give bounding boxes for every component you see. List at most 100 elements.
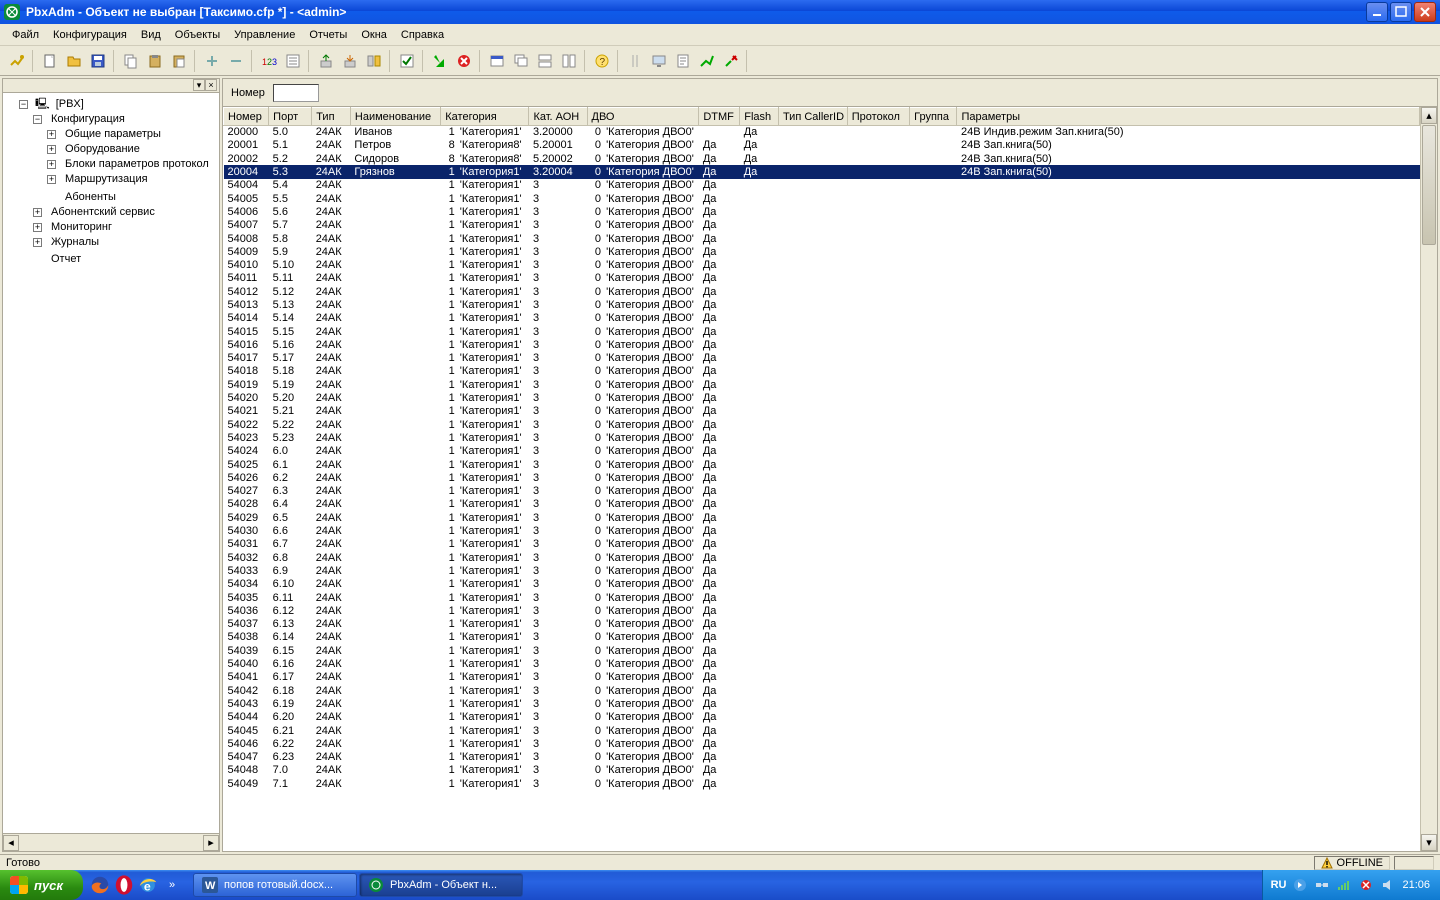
table-row[interactable]: 540175.1724АК1 'Категория1'30 'Категория… xyxy=(224,352,1420,365)
table-row[interactable]: 540436.1924АК1 'Категория1'30 'Категория… xyxy=(224,697,1420,710)
table-row[interactable]: 540085.824АК1 'Категория1'30 'Категория … xyxy=(224,232,1420,245)
menu-конфигурация[interactable]: Конфигурация xyxy=(47,27,133,43)
column-header[interactable]: Тип CallerID xyxy=(778,108,847,126)
add-button[interactable] xyxy=(201,50,223,72)
upload-button[interactable] xyxy=(315,50,337,72)
opera-icon[interactable] xyxy=(113,874,135,896)
table-row[interactable]: 200015.124АКПетров8 'Категория8'5.200010… xyxy=(224,139,1420,152)
tree-root[interactable]: [PBX] xyxy=(54,97,86,112)
table-row[interactable]: 540346.1024АК1 'Категория1'30 'Категория… xyxy=(224,578,1420,591)
table-row[interactable]: 200025.224АКСидоров8 'Категория8'5.20002… xyxy=(224,152,1420,165)
maximize-button[interactable] xyxy=(1390,2,1412,22)
menu-объекты[interactable]: Объекты xyxy=(169,27,226,43)
menu-файл[interactable]: Файл xyxy=(6,27,45,43)
table-row[interactable]: 540205.2024АК1 'Категория1'30 'Категория… xyxy=(224,391,1420,404)
tree-item[interactable]: Конфигурация xyxy=(49,112,127,127)
tree-item[interactable]: Журналы xyxy=(49,235,101,250)
tree-item[interactable]: Блоки параметров протокол xyxy=(63,157,211,172)
table-row[interactable]: 540396.1524АК1 'Категория1'30 'Категория… xyxy=(224,644,1420,657)
table-row[interactable]: 540446.2024АК1 'Категория1'30 'Категория… xyxy=(224,711,1420,724)
window-button[interactable] xyxy=(486,50,508,72)
table-row[interactable]: 200005.024АКИванов1 'Категория1'3.200000… xyxy=(224,126,1420,139)
column-header[interactable]: Группа xyxy=(910,108,957,126)
save-button[interactable] xyxy=(87,50,109,72)
column-header[interactable]: Flash xyxy=(740,108,779,126)
table-row[interactable]: 540055.524АК1 'Категория1'30 'Категория … xyxy=(224,192,1420,205)
disconnect-button[interactable] xyxy=(720,50,742,72)
stop-button[interactable] xyxy=(453,50,475,72)
log-button[interactable] xyxy=(672,50,694,72)
table-row[interactable]: 540045.424АК1 'Категория1'30 'Категория … xyxy=(224,179,1420,192)
table-row[interactable]: 540376.1324АК1 'Категория1'30 'Категория… xyxy=(224,617,1420,630)
language-indicator[interactable]: RU xyxy=(1271,879,1287,891)
download-button[interactable] xyxy=(339,50,361,72)
table-row[interactable]: 540497.124АК1 'Категория1'30 'Категория … xyxy=(224,777,1420,790)
scroll-down-icon[interactable]: ▾ xyxy=(1421,834,1437,851)
tree-item[interactable]: Общие параметры xyxy=(63,127,163,142)
monitor-button[interactable] xyxy=(648,50,670,72)
tree-item[interactable]: Отчет xyxy=(49,252,83,267)
table-row[interactable]: 540095.924АК1 'Категория1'30 'Категория … xyxy=(224,245,1420,258)
table-row[interactable]: 540276.324АК1 'Категория1'30 'Категория … xyxy=(224,485,1420,498)
cascade-button[interactable] xyxy=(510,50,532,72)
table-row[interactable]: 540256.124АК1 'Категория1'30 'Категория … xyxy=(224,458,1420,471)
table-row[interactable]: 540426.1824АК1 'Категория1'30 'Категория… xyxy=(224,684,1420,697)
vertical-scrollbar[interactable]: ▴ ▾ xyxy=(1420,107,1437,851)
table-row[interactable]: 540456.2124АК1 'Категория1'30 'Категория… xyxy=(224,724,1420,737)
table-row[interactable]: 540286.424АК1 'Категория1'30 'Категория … xyxy=(224,498,1420,511)
network-button[interactable] xyxy=(696,50,718,72)
table-row[interactable]: 540195.1924АК1 'Категория1'30 'Категория… xyxy=(224,378,1420,391)
paste-button[interactable] xyxy=(144,50,166,72)
menu-вид[interactable]: Вид xyxy=(135,27,167,43)
column-header[interactable]: Кат. АОН xyxy=(529,108,587,126)
menu-справка[interactable]: Справка xyxy=(395,27,450,43)
run-button[interactable] xyxy=(429,50,451,72)
table-row[interactable]: 540115.1124АК1 'Категория1'30 'Категория… xyxy=(224,272,1420,285)
tile-h-button[interactable] xyxy=(534,50,556,72)
column-header[interactable]: Номер xyxy=(224,108,269,126)
number-input[interactable] xyxy=(273,84,319,102)
table-row[interactable]: 540185.1824АК1 'Категория1'30 'Категория… xyxy=(224,365,1420,378)
tree-item[interactable]: Абоненты xyxy=(63,190,118,205)
tree-item[interactable]: Мониторинг xyxy=(49,220,114,235)
column-header[interactable]: DTMF xyxy=(699,108,740,126)
tree-item[interactable]: Абонентский сервис xyxy=(49,205,157,220)
table-row[interactable]: 540165.1624АК1 'Категория1'30 'Категория… xyxy=(224,338,1420,351)
table-row[interactable]: 540215.2124АК1 'Категория1'30 'Категория… xyxy=(224,405,1420,418)
column-header[interactable]: Порт xyxy=(269,108,312,126)
menu-отчеты[interactable]: Отчеты xyxy=(303,27,353,43)
sidebar-close-icon[interactable]: × xyxy=(205,79,217,91)
table-row[interactable]: 200045.324АКГрязнов1 'Категория1'3.20004… xyxy=(224,165,1420,178)
tray-stop-icon[interactable] xyxy=(1358,877,1374,893)
column-header[interactable]: Тип xyxy=(312,108,351,126)
table-row[interactable]: 540155.1524АК1 'Категория1'30 'Категория… xyxy=(224,325,1420,338)
table-row[interactable]: 540386.1424АК1 'Категория1'30 'Категория… xyxy=(224,631,1420,644)
tree[interactable]: −🖳[PBX]−Конфигурация+Общие параметры+Обо… xyxy=(3,93,219,833)
column-header[interactable]: Параметры xyxy=(957,108,1420,126)
column-header[interactable]: Протокол xyxy=(847,108,909,126)
table-row[interactable]: 540125.1224АК1 'Категория1'30 'Категория… xyxy=(224,285,1420,298)
table-row[interactable]: 540296.524АК1 'Категория1'30 'Категория … xyxy=(224,511,1420,524)
new-button[interactable] xyxy=(39,50,61,72)
firefox-icon[interactable] xyxy=(89,874,111,896)
help-button[interactable]: ? xyxy=(591,50,613,72)
tray-signal-icon[interactable] xyxy=(1336,877,1352,893)
column-header[interactable]: Наименование xyxy=(350,108,440,126)
tree-item[interactable]: Оборудование xyxy=(63,142,142,157)
table-row[interactable]: 540246.024АК1 'Категория1'30 'Категория … xyxy=(224,445,1420,458)
tray-network-icon[interactable] xyxy=(1314,877,1330,893)
table-row[interactable]: 540487.024АК1 'Категория1'30 'Категория … xyxy=(224,764,1420,777)
scroll-left-icon[interactable]: ◂ xyxy=(3,835,19,851)
table-row[interactable]: 540416.1724АК1 'Категория1'30 'Категория… xyxy=(224,671,1420,684)
connect-button[interactable] xyxy=(6,50,28,72)
table-row[interactable]: 540306.624АК1 'Категория1'30 'Категория … xyxy=(224,524,1420,537)
table-row[interactable]: 540075.724АК1 'Категория1'30 'Категория … xyxy=(224,219,1420,232)
table-row[interactable]: 540235.2324АК1 'Категория1'30 'Категория… xyxy=(224,431,1420,444)
ie-icon[interactable]: e xyxy=(137,874,159,896)
table-row[interactable]: 540105.1024АК1 'Категория1'30 'Категория… xyxy=(224,258,1420,271)
list-button[interactable] xyxy=(282,50,304,72)
table-row[interactable]: 540316.724АК1 'Категория1'30 'Категория … xyxy=(224,538,1420,551)
open-button[interactable] xyxy=(63,50,85,72)
table-row[interactable]: 540356.1124АК1 'Категория1'30 'Категория… xyxy=(224,591,1420,604)
transfer-button[interactable] xyxy=(363,50,385,72)
